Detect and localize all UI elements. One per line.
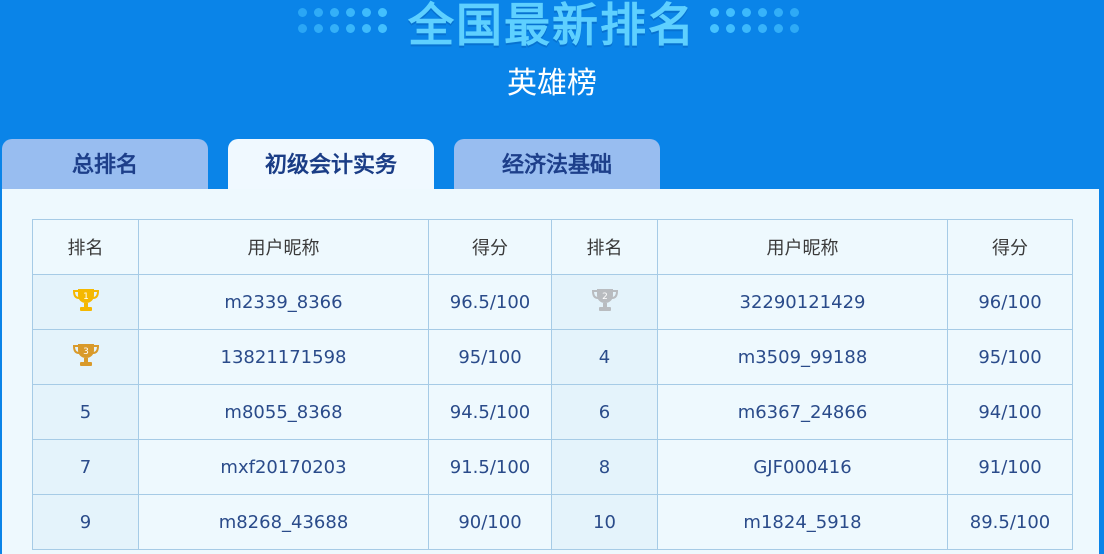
ranking-table: 排名 用户昵称 得分 排名 用户昵称 得分 1 m2339_8366 96.5/10… — [32, 219, 1073, 550]
silver-trophy-icon: 2 — [590, 287, 620, 318]
score-cell: 96/100 — [947, 274, 1073, 330]
rank-cell: 3 — [32, 329, 139, 385]
rank-number: 8 — [598, 456, 611, 478]
score-cell: 95/100 — [947, 329, 1073, 385]
rank-cell: 4 — [551, 329, 658, 385]
table-row: 5 m8055_8368 94.5/100 6 m6367_24866 94/100 — [32, 384, 1073, 440]
decorative-dots-right — [710, 8, 810, 40]
column-header-score: 得分 — [428, 219, 552, 275]
table-row: 3 13821171598 95/100 4 m3509_99188 95/100 — [32, 329, 1073, 385]
user-nickname-cell: m6367_24866 — [657, 384, 948, 440]
headline-row: 全国最新排名 — [0, 0, 1104, 56]
decorative-dot — [790, 8, 799, 17]
decorative-dot — [758, 24, 767, 33]
rank-number: 5 — [79, 401, 92, 423]
rank-number: 4 — [598, 346, 611, 368]
decorative-dot — [790, 24, 799, 33]
rank-cell: 7 — [32, 439, 139, 495]
table-header-row: 排名 用户昵称 得分 排名 用户昵称 得分 — [32, 219, 1073, 275]
rank-cell: 5 — [32, 384, 139, 440]
rank-number: 10 — [593, 511, 616, 533]
rank-number: 6 — [598, 401, 611, 423]
decorative-dot — [710, 8, 719, 17]
decorative-dot — [710, 24, 719, 33]
user-nickname-cell: m8055_8368 — [138, 384, 429, 440]
user-nickname-cell: m8268_43688 — [138, 494, 429, 550]
score-cell: 91.5/100 — [428, 439, 552, 495]
score-cell: 90/100 — [428, 494, 552, 550]
decorative-dot — [758, 8, 767, 17]
score-cell: 94.5/100 — [428, 384, 552, 440]
score-cell: 96.5/100 — [428, 274, 552, 330]
decorative-dot — [774, 24, 783, 33]
decorative-dot — [742, 8, 751, 17]
score-cell: 89.5/100 — [947, 494, 1073, 550]
rank-cell: 1 — [32, 274, 139, 330]
ranking-panel: 排名 用户昵称 得分 排名 用户昵称 得分 1 m2339_8366 96.5/10… — [2, 189, 1099, 554]
user-nickname-cell: 32290121429 — [657, 274, 948, 330]
page-headline: 全国最新排名 — [408, 0, 696, 52]
tab-overall-ranking[interactable]: 总排名 — [2, 139, 208, 189]
decorative-dot — [774, 8, 783, 17]
gold-trophy-icon: 1 — [71, 287, 101, 318]
user-nickname-cell: GJF000416 — [657, 439, 948, 495]
bronze-trophy-icon: 3 — [71, 342, 101, 373]
svg-text:3: 3 — [83, 347, 89, 357]
svg-text:2: 2 — [602, 292, 608, 302]
tab-economic-law-basics[interactable]: 经济法基础 — [454, 139, 660, 189]
tab-junior-accounting-practice[interactable]: 初级会计实务 — [228, 139, 434, 189]
user-nickname-cell: m3509_99188 — [657, 329, 948, 385]
page-subtitle: 英雄榜 — [507, 66, 597, 101]
decorative-dot — [742, 24, 751, 33]
column-header-nickname: 用户昵称 — [657, 219, 948, 275]
rank-number: 7 — [79, 456, 92, 478]
rank-cell: 2 — [551, 274, 658, 330]
rank-number: 9 — [79, 511, 92, 533]
rank-cell: 6 — [551, 384, 658, 440]
column-header-score: 得分 — [947, 219, 1073, 275]
user-nickname-cell: 13821171598 — [138, 329, 429, 385]
score-cell: 95/100 — [428, 329, 552, 385]
rank-cell: 10 — [551, 494, 658, 550]
score-cell: 91/100 — [947, 439, 1073, 495]
column-header-rank: 排名 — [32, 219, 139, 275]
table-row: 7 mxf20170203 91.5/100 8 GJF000416 91/100 — [32, 439, 1073, 495]
rank-cell: 9 — [32, 494, 139, 550]
column-header-nickname: 用户昵称 — [138, 219, 429, 275]
rank-cell: 8 — [551, 439, 658, 495]
user-nickname-cell: m1824_5918 — [657, 494, 948, 550]
user-nickname-cell: m2339_8366 — [138, 274, 429, 330]
decorative-dot — [726, 8, 735, 17]
column-header-rank: 排名 — [551, 219, 658, 275]
table-row: 1 m2339_8366 96.5/100 2 32290121429 96/100 — [32, 274, 1073, 330]
svg-text:1: 1 — [83, 292, 89, 302]
table-row: 9 m8268_43688 90/100 10 m1824_5918 89.5/100 — [32, 494, 1073, 550]
score-cell: 94/100 — [947, 384, 1073, 440]
decorative-dot — [726, 24, 735, 33]
user-nickname-cell: mxf20170203 — [138, 439, 429, 495]
